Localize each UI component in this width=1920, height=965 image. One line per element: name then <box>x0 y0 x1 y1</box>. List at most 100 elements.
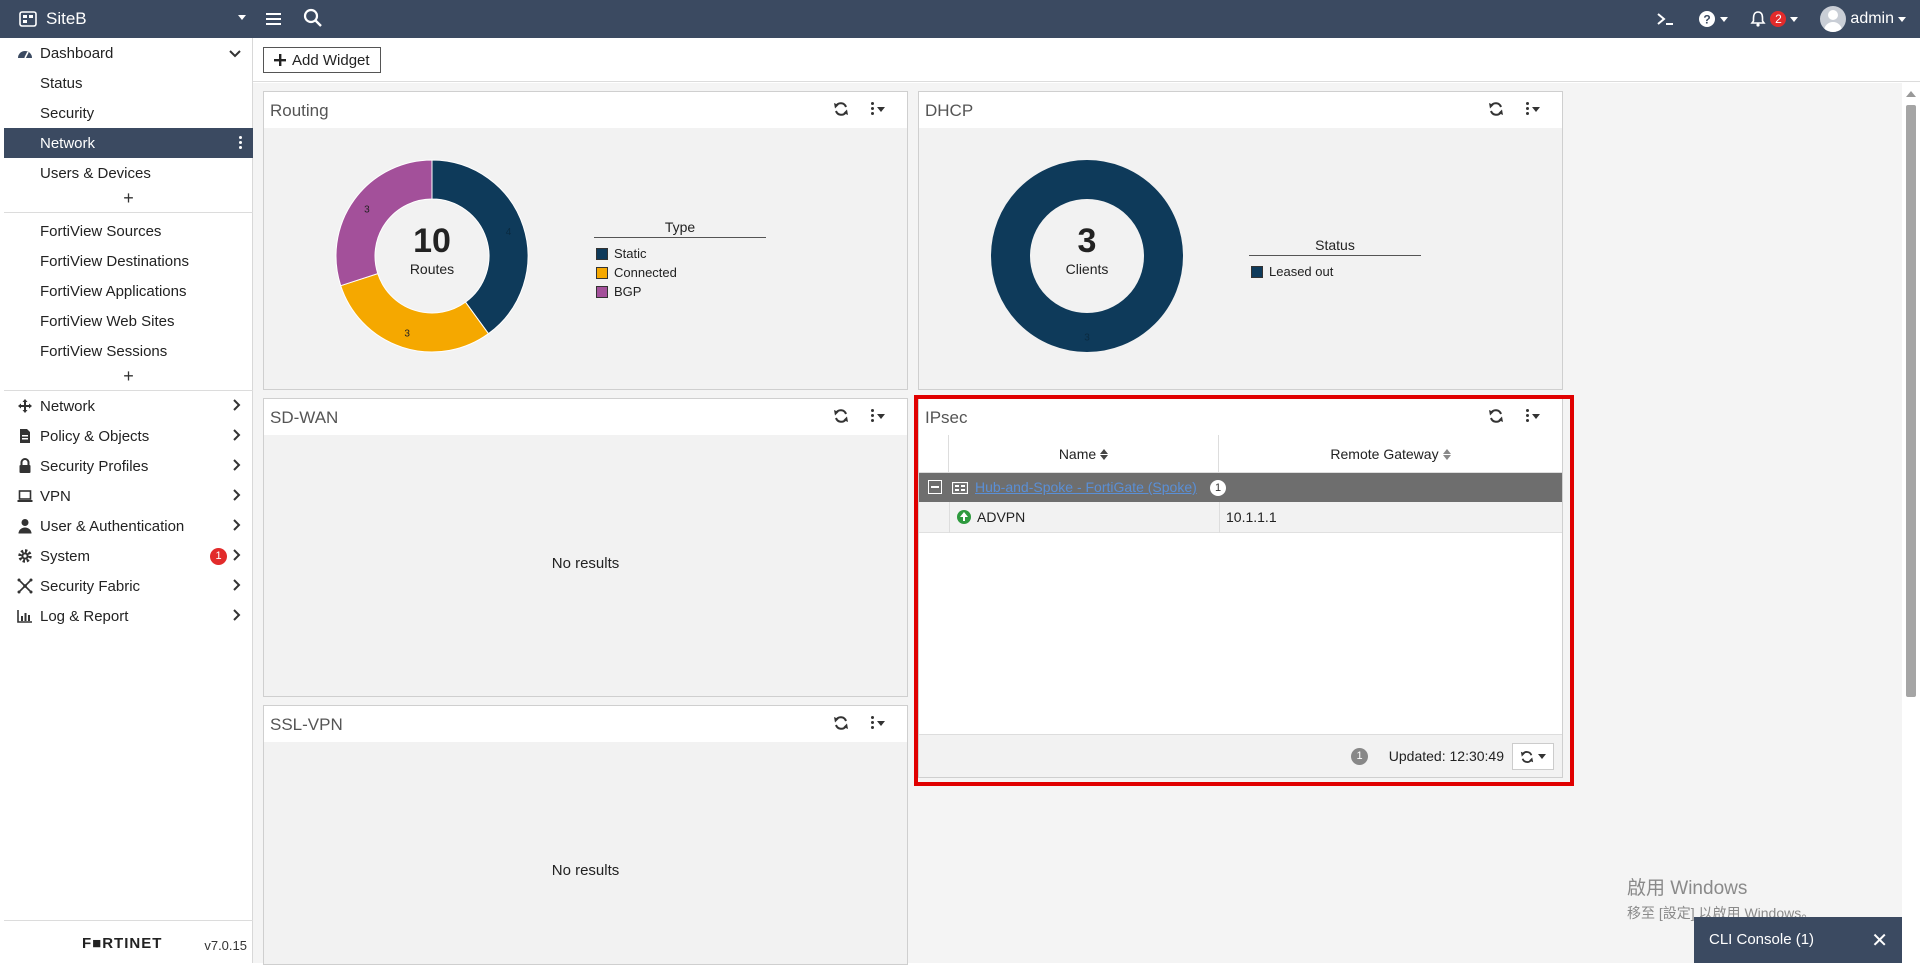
site-selector[interactable]: SiteB <box>18 0 250 38</box>
sidebar-item-fortiview-sources[interactable]: FortiView Sources <box>4 216 253 246</box>
chevron-right-icon <box>233 398 241 414</box>
widget-title: SD-WAN <box>270 408 339 427</box>
sidebar-item-policy-objects[interactable]: Policy & Objects <box>4 421 253 451</box>
user-menu[interactable]: admin <box>1820 6 1906 32</box>
legend-item-leased-out[interactable]: Leased out <box>1249 262 1421 281</box>
gear-icon <box>16 547 34 565</box>
dhcp-center-value: 3 <box>1078 222 1097 260</box>
dashboard-toolbar: Add Widget <box>253 38 1920 82</box>
content-scrollbar[interactable] <box>1902 83 1920 963</box>
column-label: Remote Gateway <box>1330 446 1439 462</box>
refresh-icon[interactable] <box>1488 101 1504 117</box>
routing-center-label: Routes <box>410 261 454 277</box>
scrollbar-thumb[interactable] <box>1906 105 1916 697</box>
kebab-menu-icon <box>871 101 874 117</box>
widget-body: 4 3 3 10 Routes Type Static Connected BGP <box>264 128 907 389</box>
cli-console-panel[interactable]: CLI Console (1) ✕ <box>1694 917 1902 963</box>
terminal-icon <box>1657 13 1674 25</box>
watermark-line: 啟用 Windows <box>1627 878 1748 899</box>
no-results-text: No results <box>551 555 620 572</box>
fortigate-device-icon <box>18 9 38 29</box>
scroll-up-icon[interactable] <box>1906 91 1916 97</box>
sidebar-item-security-profiles[interactable]: Security Profiles <box>4 451 253 481</box>
help-menu[interactable]: ? <box>1698 10 1729 28</box>
sidebar-item-fortiview-sessions[interactable]: FortiView Sessions <box>4 336 253 366</box>
sidebar-item-log-report[interactable]: Log & Report <box>4 601 253 631</box>
legend-item-connected[interactable]: Connected <box>594 263 766 282</box>
network-icon <box>16 397 34 415</box>
widget-menu-button[interactable] <box>871 408 891 423</box>
sidebar-item-label: Log & Report <box>40 607 129 625</box>
hamburger-menu-icon[interactable] <box>263 8 285 30</box>
add-widget-label: Add Widget <box>292 51 370 69</box>
widget-body: No results <box>264 435 907 696</box>
column-header-remote-gateway[interactable]: Remote Gateway <box>1219 435 1562 473</box>
notifications-menu[interactable]: 2 <box>1750 10 1799 28</box>
chevron-right-icon <box>233 608 241 624</box>
routing-legend: Type Static Connected BGP <box>594 219 766 301</box>
sidebar-item-label: Dashboard <box>40 44 114 62</box>
sidebar-item-user-authentication[interactable]: User & Authentication <box>4 511 253 541</box>
table-header: Name Remote Gateway <box>919 435 1562 473</box>
tunnel-up-icon <box>957 510 971 524</box>
sidebar-item-dashboard[interactable]: Dashboard <box>4 38 253 68</box>
sidebar-item-status[interactable]: Status <box>4 68 253 98</box>
legend-item-static[interactable]: Static <box>594 244 766 263</box>
sidebar-item-users-devices[interactable]: Users & Devices <box>4 158 253 188</box>
add-monitor-button[interactable]: + <box>4 364 253 388</box>
sidebar-item-fortiview-applications[interactable]: FortiView Applications <box>4 276 253 306</box>
widget-menu-button[interactable] <box>871 101 891 117</box>
widget-body: No results <box>264 742 907 964</box>
table-row[interactable]: ADVPN 10.1.1.1 <box>919 502 1562 533</box>
widget-menu-button[interactable] <box>1526 408 1546 423</box>
add-widget-button[interactable]: Add Widget <box>263 47 381 73</box>
add-dashboard-button[interactable]: + <box>4 186 253 210</box>
refresh-dropdown-button[interactable] <box>1512 743 1554 770</box>
column-label: Name <box>1058 446 1097 462</box>
widget-menu-button[interactable] <box>1526 101 1546 116</box>
kebab-menu-icon <box>871 715 874 731</box>
legend-item-bgp[interactable]: BGP <box>594 282 766 301</box>
legend-title: Status <box>1249 237 1421 256</box>
collapse-icon[interactable] <box>928 480 942 494</box>
chevron-right-icon <box>233 428 241 444</box>
sdwan-widget: SD-WAN No results <box>263 398 908 697</box>
sidebar: Dashboard Status Security Network Users … <box>4 38 253 963</box>
search-icon[interactable] <box>302 7 324 29</box>
refresh-icon[interactable] <box>833 715 849 731</box>
sidebar-item-network[interactable]: Network <box>4 391 253 421</box>
close-icon[interactable]: ✕ <box>1871 928 1888 953</box>
laptop-icon <box>16 487 34 505</box>
sidebar-item-fortiview-destinations[interactable]: FortiView Destinations <box>4 246 253 276</box>
svg-text:?: ? <box>1704 13 1711 27</box>
sidebar-item-label: Status <box>40 74 83 92</box>
kebab-menu-icon[interactable] <box>239 136 243 150</box>
sidebar-item-label: Policy & Objects <box>40 427 150 445</box>
refresh-icon[interactable] <box>833 101 849 117</box>
chevron-down-icon <box>1532 413 1540 419</box>
sidebar-item-system[interactable]: System 1 <box>4 541 253 571</box>
widget-menu-button[interactable] <box>871 715 891 731</box>
sslvpn-widget: SSL-VPN No results <box>263 705 908 965</box>
group-name-link[interactable]: Hub-and-Spoke - FortiGate (Spoke) <box>975 479 1197 495</box>
top-bar: SiteB ? 2 admin <box>0 0 1920 38</box>
table-group-row[interactable]: Hub-and-Spoke - FortiGate (Spoke) 1 <box>919 473 1562 502</box>
table-footer: 1 Updated: 12:30:49 <box>919 734 1562 777</box>
legend-swatch <box>596 266 608 279</box>
sidebar-item-vpn[interactable]: VPN <box>4 481 253 511</box>
sidebar-item-network-dashboard[interactable]: Network <box>4 128 253 158</box>
sidebar-item-security-fabric[interactable]: Security Fabric <box>4 571 253 601</box>
refresh-icon[interactable] <box>833 408 849 424</box>
sidebar-item-fortiview-web-sites[interactable]: FortiView Web Sites <box>4 306 253 336</box>
cli-console-button[interactable] <box>1656 11 1676 27</box>
sidebar-footer: F■RTINET v7.0.15 <box>4 920 253 960</box>
vpn-tunnel-group-icon <box>951 481 969 497</box>
sidebar-item-label: Network <box>40 134 96 152</box>
sidebar-item-security[interactable]: Security <box>4 98 253 128</box>
chevron-right-icon <box>233 578 241 594</box>
bell-icon <box>1750 11 1767 27</box>
column-header-name[interactable]: Name <box>949 435 1219 473</box>
lock-icon <box>16 457 34 475</box>
donut-slice-connected[interactable] <box>340 272 490 353</box>
refresh-icon[interactable] <box>1488 408 1504 424</box>
